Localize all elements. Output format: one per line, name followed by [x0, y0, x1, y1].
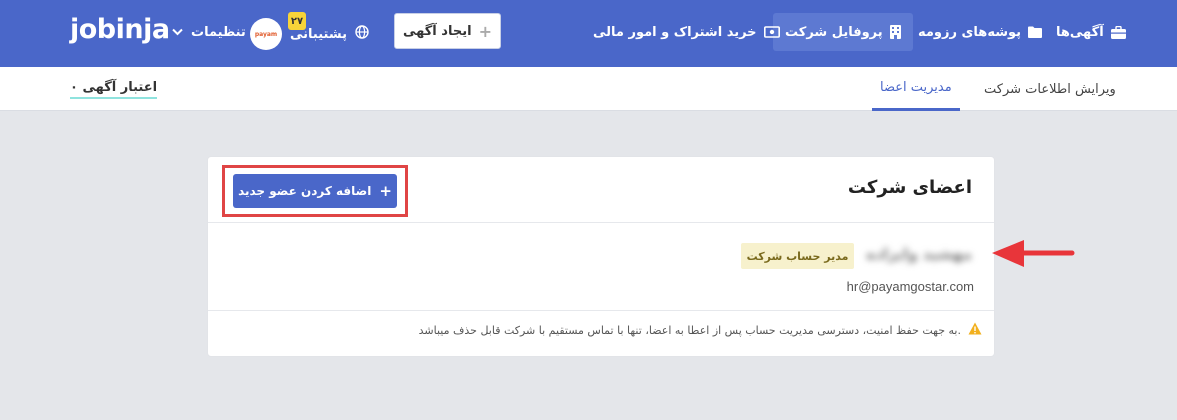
highlight-box: اضافه کردن عضو جدید +: [222, 165, 408, 217]
arrow-left-icon: [990, 236, 1076, 276]
cash-icon: [763, 26, 780, 38]
jobs-label: آگهی‌ها: [1056, 24, 1104, 40]
briefcase-icon: [1110, 25, 1126, 39]
nav-resume-folders[interactable]: پوشه‌های رزومه: [918, 13, 1043, 51]
resumes-label: پوشه‌های رزومه: [918, 24, 1022, 40]
tab-edit-company-info[interactable]: ویرایش اطلاعات شرکت: [984, 67, 1116, 111]
warning-icon: [968, 322, 982, 338]
building-icon: [889, 25, 901, 39]
member-name: مهشید وایزاده: [866, 245, 972, 263]
tab-manage-members[interactable]: مدیریت اعضا: [872, 67, 960, 111]
tab-edit-label: ویرایش اطلاعات شرکت: [984, 81, 1116, 97]
company-subnav: ویرایش اطلاعات شرکت مدیریت اعضا ۰ اعتبار…: [0, 67, 1177, 111]
chevron-down-icon: [172, 25, 183, 40]
notice-text: به جهت حفظ امنیت، دسترسی مدیریت حساب پس …: [418, 323, 961, 337]
role-badge: مدیر حساب شرکت: [741, 243, 854, 269]
nav-support[interactable]: payam پشتیبانی: [250, 16, 369, 52]
add-member-button[interactable]: اضافه کردن عضو جدید +: [233, 174, 397, 208]
add-member-label: اضافه کردن عضو جدید: [238, 184, 372, 198]
folder-icon: [1028, 26, 1043, 38]
nav-jobs[interactable]: آگهی‌ها: [1056, 13, 1126, 51]
member-email: hr@payamgostar.com: [846, 279, 974, 294]
nav-settings[interactable]: تنظیمات: [172, 14, 246, 50]
plus-icon: +: [478, 21, 492, 41]
nav-billing[interactable]: خرید اشتراک و امور مالی: [593, 13, 780, 51]
security-notice: به جهت حفظ امنیت، دسترسی مدیریت حساب پس …: [419, 322, 982, 338]
company-profile-label: پروفایل شرکت: [785, 24, 883, 40]
plus-icon: +: [379, 182, 392, 200]
company-avatar[interactable]: payam: [250, 18, 282, 50]
billing-label: خرید اشتراک و امور مالی: [593, 24, 757, 40]
jobinja-logo[interactable]: jobinja: [70, 14, 170, 45]
tab-members-label: مدیریت اعضا: [880, 80, 952, 95]
nav-company-profile[interactable]: پروفایل شرکت: [773, 13, 913, 51]
create-job-button[interactable]: ایجاد آگهی +: [394, 13, 501, 49]
top-navbar: jobinja آگهی‌ها پوشه‌های رزومه پروفایل ش…: [0, 0, 1177, 67]
settings-label: تنظیمات: [191, 24, 246, 40]
job-credit-link[interactable]: ۰ اعتبار آگهی: [70, 80, 158, 99]
company-members-card: اعضای شرکت اضافه کردن عضو جدید + مهشید و…: [207, 156, 995, 357]
support-count-badge: ۲۷: [288, 12, 306, 30]
globe-icon: [355, 25, 369, 43]
create-job-label: ایجاد آگهی: [403, 23, 472, 39]
member-row: مهشید وایزاده مدیر حساب شرکت hr@payamgos…: [208, 223, 994, 311]
card-header: اعضای شرکت اضافه کردن عضو جدید +: [208, 157, 994, 223]
card-title: اعضای شرکت: [847, 177, 972, 198]
